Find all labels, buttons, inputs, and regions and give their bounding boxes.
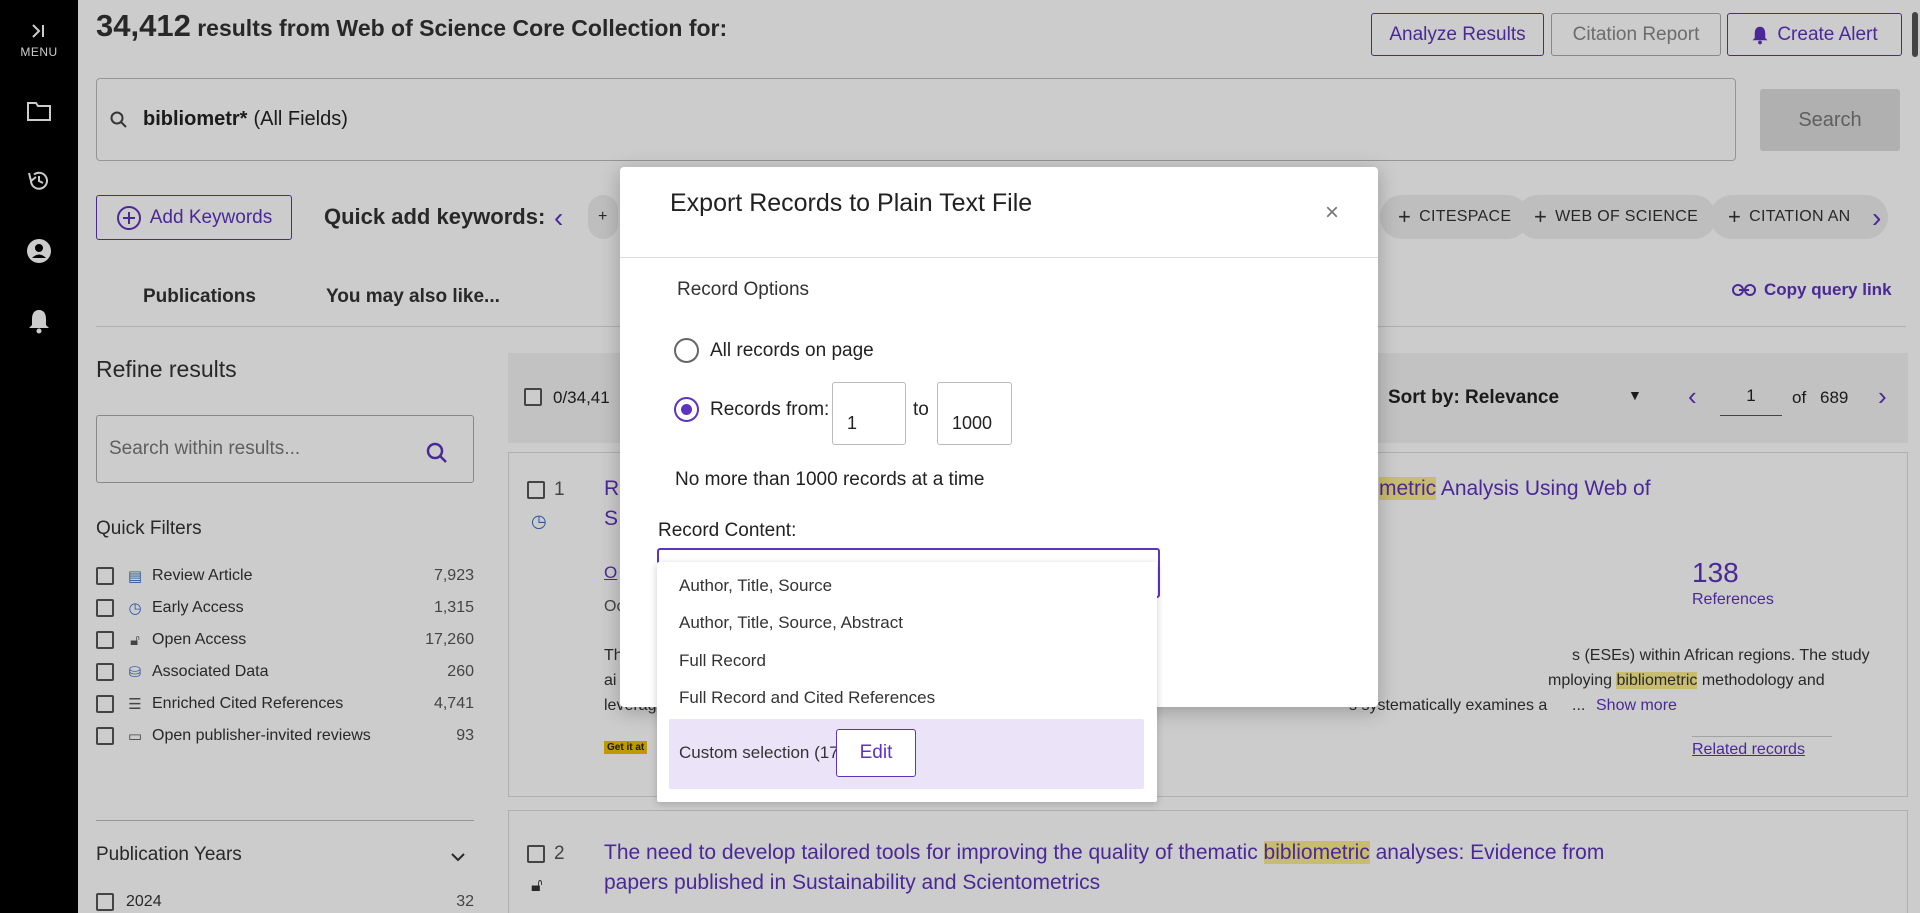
radio-all-records[interactable]	[674, 338, 699, 363]
record-options-title: Record Options	[677, 279, 810, 300]
option-full-record-cited-references[interactable]: Full Record and Cited References	[679, 688, 935, 708]
option-custom-selection[interactable]: Custom selection (17) Edit	[669, 719, 1144, 789]
dialog-divider	[620, 257, 1378, 258]
radio-all-records-label[interactable]: All records on page	[710, 340, 874, 362]
custom-selection-label: Custom selection (17)	[679, 743, 845, 762]
close-icon[interactable]: ×	[1325, 199, 1339, 227]
option-author-title-source-abstract[interactable]: Author, Title, Source, Abstract	[679, 613, 903, 633]
records-limit-note: No more than 1000 records at a time	[675, 469, 985, 490]
record-content-label: Record Content:	[658, 520, 797, 541]
records-to-input[interactable]: 1000	[937, 382, 1012, 445]
to-label: to	[913, 399, 929, 420]
records-from-input[interactable]: 1	[832, 382, 906, 445]
radio-records-from[interactable]	[674, 397, 699, 422]
option-full-record[interactable]: Full Record	[679, 651, 766, 671]
option-author-title-source[interactable]: Author, Title, Source	[679, 576, 832, 596]
radio-records-from-label[interactable]: Records from:	[710, 399, 829, 421]
edit-button[interactable]: Edit	[836, 729, 916, 777]
dialog-title: Export Records to Plain Text File	[670, 189, 1033, 217]
record-content-options: Author, Title, Source Author, Title, Sou…	[657, 562, 1157, 802]
